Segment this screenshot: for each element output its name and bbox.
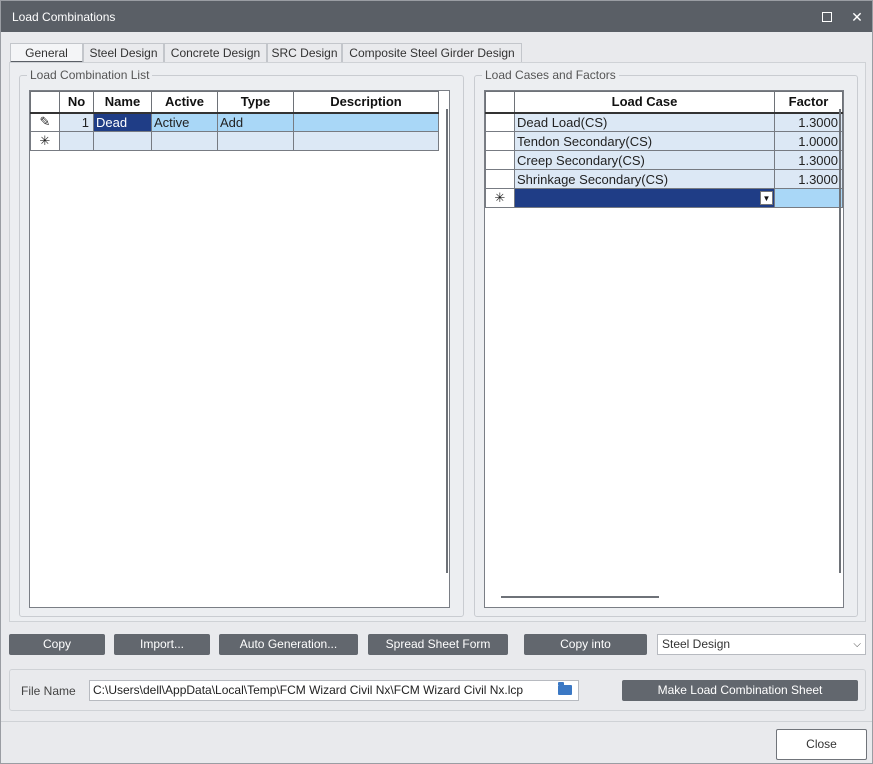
file-name-group: File Name C:\Users\dell\AppData\Local\Te… <box>9 669 866 711</box>
new-row-icon[interactable]: ✳ <box>485 188 515 208</box>
tab-steel-design[interactable]: Steel Design <box>83 43 164 63</box>
cell-factor[interactable]: 1.3000 <box>774 169 843 189</box>
file-name-label: File Name <box>21 684 76 698</box>
row-selector[interactable] <box>485 150 515 170</box>
cell-load-case[interactable]: Dead Load(CS) <box>514 112 775 132</box>
load-cases-factors-group: Load Cases and Factors Load Case Factor … <box>474 68 858 617</box>
col-header-description[interactable]: Description <box>293 91 439 114</box>
row-selector[interactable] <box>485 169 515 189</box>
cell-load-case[interactable]: Shrinkage Secondary(CS) <box>514 169 775 189</box>
table-row[interactable]: Shrinkage Secondary(CS) 1.3000 <box>485 169 843 189</box>
cell-name[interactable] <box>93 131 152 151</box>
vertical-scrollbar[interactable] <box>446 109 448 573</box>
spread-sheet-form-button[interactable]: Spread Sheet Form <box>368 634 508 655</box>
make-load-combination-sheet-button[interactable]: Make Load Combination Sheet <box>622 680 858 701</box>
close-button[interactable]: Close <box>776 729 867 760</box>
import-button[interactable]: Import... <box>114 634 210 655</box>
row-selector[interactable] <box>485 112 515 132</box>
title-bar: Load Combinations ✕ <box>1 1 872 32</box>
copy-into-select[interactable]: Steel Design ⌵ <box>657 634 866 655</box>
horizontal-scrollbar[interactable] <box>501 596 659 598</box>
window-title: Load Combinations <box>12 10 116 24</box>
folder-icon[interactable] <box>558 682 572 695</box>
tab-src-design[interactable]: SRC Design <box>267 43 342 63</box>
maximize-icon[interactable] <box>817 7 837 27</box>
close-icon[interactable]: ✕ <box>847 7 867 27</box>
row-header-corner[interactable] <box>30 91 60 114</box>
copy-into-button[interactable]: Copy into <box>524 634 647 655</box>
cell-active[interactable] <box>151 131 218 151</box>
table-row-new[interactable]: ✳ ▼ <box>485 188 843 208</box>
general-tab-page: Load Combination List No Name Active Typ… <box>9 62 866 622</box>
cell-no[interactable]: 1 <box>59 112 94 132</box>
cell-description[interactable] <box>293 112 439 132</box>
row-selector[interactable] <box>485 131 515 151</box>
auto-generation-button[interactable]: Auto Generation... <box>219 634 358 655</box>
file-path-input[interactable]: C:\Users\dell\AppData\Local\Temp\FCM Wiz… <box>89 680 579 701</box>
col-header-active[interactable]: Active <box>151 91 218 114</box>
chevron-down-icon[interactable]: ⌵ <box>853 635 861 654</box>
cell-load-case[interactable]: Tendon Secondary(CS) <box>514 131 775 151</box>
new-row-icon[interactable]: ✳ <box>30 131 60 151</box>
cell-description[interactable] <box>293 131 439 151</box>
col-header-load-case[interactable]: Load Case <box>514 91 775 114</box>
table-row[interactable]: Tendon Secondary(CS) 1.0000 <box>485 131 843 151</box>
cell-factor[interactable]: 1.3000 <box>774 150 843 170</box>
cell-type[interactable]: Add <box>217 112 294 132</box>
load-combinations-dialog: Load Combinations ✕ General Steel Design… <box>0 0 873 764</box>
cell-no[interactable] <box>59 131 94 151</box>
col-header-factor[interactable]: Factor <box>774 91 843 114</box>
cell-name[interactable]: Dead <box>93 112 152 132</box>
cell-factor[interactable] <box>774 188 843 208</box>
copy-into-select-value: Steel Design <box>662 637 731 651</box>
table-row[interactable]: Creep Secondary(CS) 1.3000 <box>485 150 843 170</box>
col-header-no[interactable]: No <box>59 91 94 114</box>
load-combination-list-label: Load Combination List <box>27 68 153 82</box>
cell-type[interactable] <box>217 131 294 151</box>
load-combination-list-group: Load Combination List No Name Active Typ… <box>19 68 464 617</box>
footer-divider <box>1 721 872 722</box>
table-row[interactable]: ✎ 1 Dead Active Add <box>30 112 439 132</box>
col-header-type[interactable]: Type <box>217 91 294 114</box>
load-cases-factors-label: Load Cases and Factors <box>482 68 619 82</box>
chevron-down-icon[interactable]: ▼ <box>760 191 773 205</box>
file-path-value: C:\Users\dell\AppData\Local\Temp\FCM Wiz… <box>93 683 524 697</box>
table-row[interactable]: Dead Load(CS) 1.3000 <box>485 112 843 132</box>
col-header-name[interactable]: Name <box>93 91 152 114</box>
tab-concrete-design[interactable]: Concrete Design <box>164 43 267 63</box>
grid-header-row: No Name Active Type Description <box>30 91 439 114</box>
tab-general[interactable]: General <box>10 43 83 63</box>
load-case-dropdown[interactable]: ▼ <box>514 188 775 208</box>
copy-button[interactable]: Copy <box>9 634 105 655</box>
edit-row-icon[interactable]: ✎ <box>30 112 60 132</box>
table-row-new[interactable]: ✳ <box>30 131 439 151</box>
grid-header-row: Load Case Factor <box>485 91 843 114</box>
cell-factor[interactable]: 1.0000 <box>774 131 843 151</box>
row-header-corner[interactable] <box>485 91 515 114</box>
cell-active[interactable]: Active <box>151 112 218 132</box>
cell-load-case[interactable]: Creep Secondary(CS) <box>514 150 775 170</box>
vertical-scrollbar[interactable] <box>839 109 841 573</box>
tab-composite-steel-girder-design[interactable]: Composite Steel Girder Design <box>342 43 522 63</box>
cell-factor[interactable]: 1.3000 <box>774 112 843 132</box>
load-cases-grid[interactable]: Load Case Factor Dead Load(CS) 1.3000 Te… <box>484 90 844 608</box>
load-combination-grid[interactable]: No Name Active Type Description ✎ 1 Dead… <box>29 90 450 608</box>
